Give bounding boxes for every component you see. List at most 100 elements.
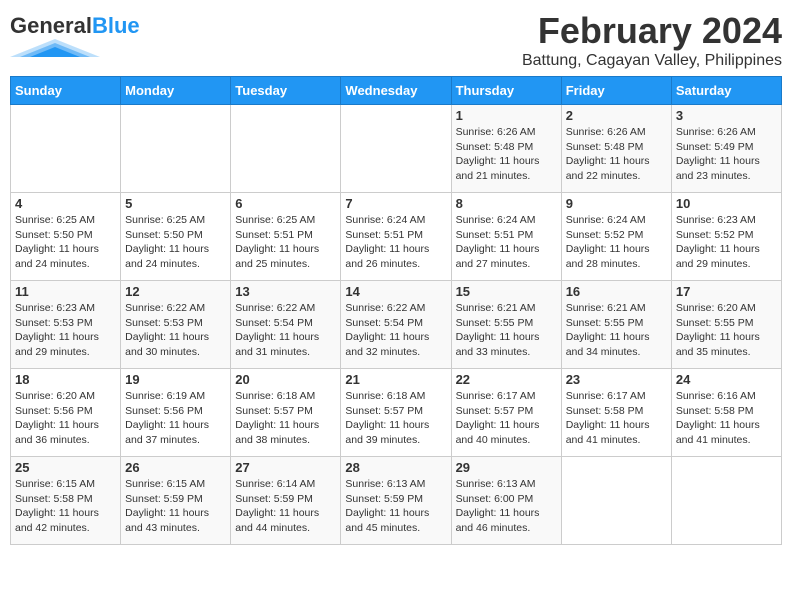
day-info: Sunrise: 6:17 AM Sunset: 5:58 PM Dayligh… [566, 389, 667, 448]
day-info: Sunrise: 6:18 AM Sunset: 5:57 PM Dayligh… [235, 389, 336, 448]
day-info: Sunrise: 6:13 AM Sunset: 5:59 PM Dayligh… [345, 477, 446, 536]
day-info: Sunrise: 6:24 AM Sunset: 5:52 PM Dayligh… [566, 213, 667, 272]
weekday-header-saturday: Saturday [671, 77, 781, 105]
logo-general-text: General [10, 13, 92, 38]
calendar-cell: 6 Sunrise: 6:25 AM Sunset: 5:51 PM Daylig… [231, 193, 341, 281]
title-section: February 2024 Battung, Cagayan Valley, P… [522, 10, 782, 70]
day-number: 24 [676, 372, 777, 387]
calendar-cell [561, 457, 671, 545]
weekday-header-tuesday: Tuesday [231, 77, 341, 105]
day-number: 26 [125, 460, 226, 475]
day-info: Sunrise: 6:23 AM Sunset: 5:52 PM Dayligh… [676, 213, 777, 272]
day-info: Sunrise: 6:15 AM Sunset: 5:59 PM Dayligh… [125, 477, 226, 536]
day-info: Sunrise: 6:23 AM Sunset: 5:53 PM Dayligh… [15, 301, 116, 360]
calendar-cell: 23 Sunrise: 6:17 AM Sunset: 5:58 PM Dayli… [561, 369, 671, 457]
calendar-cell: 19 Sunrise: 6:19 AM Sunset: 5:56 PM Dayli… [121, 369, 231, 457]
day-info: Sunrise: 6:15 AM Sunset: 5:58 PM Dayligh… [15, 477, 116, 536]
day-info: Sunrise: 6:26 AM Sunset: 5:48 PM Dayligh… [456, 125, 557, 184]
day-info: Sunrise: 6:24 AM Sunset: 5:51 PM Dayligh… [345, 213, 446, 272]
day-number: 15 [456, 284, 557, 299]
day-number: 6 [235, 196, 336, 211]
day-number: 4 [15, 196, 116, 211]
calendar-cell [231, 105, 341, 193]
calendar-cell [11, 105, 121, 193]
week-row-2: 4 Sunrise: 6:25 AM Sunset: 5:50 PM Daylig… [11, 193, 782, 281]
weekday-header-row: SundayMondayTuesdayWednesdayThursdayFrid… [11, 77, 782, 105]
day-info: Sunrise: 6:13 AM Sunset: 6:00 PM Dayligh… [456, 477, 557, 536]
day-number: 18 [15, 372, 116, 387]
calendar-cell: 28 Sunrise: 6:13 AM Sunset: 5:59 PM Dayli… [341, 457, 451, 545]
calendar-cell: 25 Sunrise: 6:15 AM Sunset: 5:58 PM Dayli… [11, 457, 121, 545]
calendar-cell: 24 Sunrise: 6:16 AM Sunset: 5:58 PM Dayli… [671, 369, 781, 457]
day-info: Sunrise: 6:24 AM Sunset: 5:51 PM Dayligh… [456, 213, 557, 272]
day-number: 23 [566, 372, 667, 387]
calendar-cell: 18Sunrise: 6:20 AM Sunset: 5:56 PM Dayli… [11, 369, 121, 457]
day-number: 19 [125, 372, 226, 387]
logo-blue-text: Blue [92, 13, 140, 38]
calendar-cell: 2 Sunrise: 6:26 AM Sunset: 5:48 PM Daylig… [561, 105, 671, 193]
calendar-cell: 26 Sunrise: 6:15 AM Sunset: 5:59 PM Dayli… [121, 457, 231, 545]
calendar-cell: 16Sunrise: 6:21 AM Sunset: 5:55 PM Dayli… [561, 281, 671, 369]
calendar-cell [341, 105, 451, 193]
day-number: 14 [345, 284, 446, 299]
calendar-table: SundayMondayTuesdayWednesdayThursdayFrid… [10, 76, 782, 545]
calendar-cell: 11 Sunrise: 6:23 AM Sunset: 5:53 PM Dayli… [11, 281, 121, 369]
day-number: 27 [235, 460, 336, 475]
day-number: 9 [566, 196, 667, 211]
day-number: 5 [125, 196, 226, 211]
day-number: 11 [15, 284, 116, 299]
calendar-cell: 14 Sunrise: 6:22 AM Sunset: 5:54 PM Dayli… [341, 281, 451, 369]
calendar-cell: 1 Sunrise: 6:26 AM Sunset: 5:48 PM Daylig… [451, 105, 561, 193]
calendar-cell: 8 Sunrise: 6:24 AM Sunset: 5:51 PM Daylig… [451, 193, 561, 281]
weekday-header-sunday: Sunday [11, 77, 121, 105]
day-info: Sunrise: 6:14 AM Sunset: 5:59 PM Dayligh… [235, 477, 336, 536]
calendar-cell: 29Sunrise: 6:13 AM Sunset: 6:00 PM Dayli… [451, 457, 561, 545]
page-header: GeneralBlue February 2024 Battung, Cagay… [10, 10, 782, 70]
day-info: Sunrise: 6:21 AM Sunset: 5:55 PM Dayligh… [456, 301, 557, 360]
day-info: Sunrise: 6:20 AM Sunset: 5:55 PM Dayligh… [676, 301, 777, 360]
day-info: Sunrise: 6:19 AM Sunset: 5:56 PM Dayligh… [125, 389, 226, 448]
day-number: 10 [676, 196, 777, 211]
day-info: Sunrise: 6:26 AM Sunset: 5:48 PM Dayligh… [566, 125, 667, 184]
weekday-header-friday: Friday [561, 77, 671, 105]
day-info: Sunrise: 6:17 AM Sunset: 5:57 PM Dayligh… [456, 389, 557, 448]
week-row-5: 25 Sunrise: 6:15 AM Sunset: 5:58 PM Dayli… [11, 457, 782, 545]
day-info: Sunrise: 6:16 AM Sunset: 5:58 PM Dayligh… [676, 389, 777, 448]
day-number: 13 [235, 284, 336, 299]
week-row-4: 18Sunrise: 6:20 AM Sunset: 5:56 PM Dayli… [11, 369, 782, 457]
calendar-cell: 12Sunrise: 6:22 AM Sunset: 5:53 PM Dayli… [121, 281, 231, 369]
day-number: 8 [456, 196, 557, 211]
day-info: Sunrise: 6:25 AM Sunset: 5:50 PM Dayligh… [125, 213, 226, 272]
day-number: 25 [15, 460, 116, 475]
weekday-header-wednesday: Wednesday [341, 77, 451, 105]
calendar-cell: 4 Sunrise: 6:25 AM Sunset: 5:50 PM Daylig… [11, 193, 121, 281]
day-info: Sunrise: 6:21 AM Sunset: 5:55 PM Dayligh… [566, 301, 667, 360]
calendar-cell: 7Sunrise: 6:24 AM Sunset: 5:51 PM Daylig… [341, 193, 451, 281]
week-row-1: 1 Sunrise: 6:26 AM Sunset: 5:48 PM Daylig… [11, 105, 782, 193]
day-number: 28 [345, 460, 446, 475]
weekday-header-thursday: Thursday [451, 77, 561, 105]
day-info: Sunrise: 6:26 AM Sunset: 5:49 PM Dayligh… [676, 125, 777, 184]
logo-tagline [10, 39, 140, 60]
calendar-cell: 3 Sunrise: 6:26 AM Sunset: 5:49 PM Daylig… [671, 105, 781, 193]
week-row-3: 11 Sunrise: 6:23 AM Sunset: 5:53 PM Dayli… [11, 281, 782, 369]
calendar-subtitle: Battung, Cagayan Valley, Philippines [522, 52, 782, 70]
calendar-cell: 17 Sunrise: 6:20 AM Sunset: 5:55 PM Dayli… [671, 281, 781, 369]
day-number: 20 [235, 372, 336, 387]
day-number: 2 [566, 108, 667, 123]
day-info: Sunrise: 6:22 AM Sunset: 5:54 PM Dayligh… [345, 301, 446, 360]
calendar-cell: 20 Sunrise: 6:18 AM Sunset: 5:57 PM Dayli… [231, 369, 341, 457]
day-info: Sunrise: 6:25 AM Sunset: 5:50 PM Dayligh… [15, 213, 116, 272]
calendar-cell: 21Sunrise: 6:18 AM Sunset: 5:57 PM Dayli… [341, 369, 451, 457]
day-number: 22 [456, 372, 557, 387]
day-number: 17 [676, 284, 777, 299]
day-number: 1 [456, 108, 557, 123]
calendar-cell: 27 Sunrise: 6:14 AM Sunset: 5:59 PM Dayli… [231, 457, 341, 545]
day-info: Sunrise: 6:22 AM Sunset: 5:53 PM Dayligh… [125, 301, 226, 360]
day-number: 3 [676, 108, 777, 123]
day-info: Sunrise: 6:22 AM Sunset: 5:54 PM Dayligh… [235, 301, 336, 360]
day-info: Sunrise: 6:18 AM Sunset: 5:57 PM Dayligh… [345, 389, 446, 448]
day-info: Sunrise: 6:25 AM Sunset: 5:51 PM Dayligh… [235, 213, 336, 272]
calendar-cell [121, 105, 231, 193]
logo: GeneralBlue [10, 14, 140, 60]
